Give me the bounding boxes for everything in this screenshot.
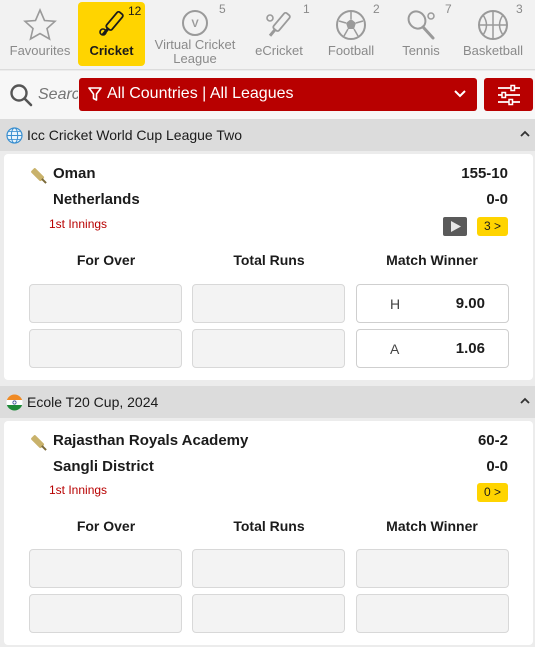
tab-cricket[interactable]: 12 Cricket: [78, 2, 145, 66]
away-team: Sangli District: [53, 458, 154, 475]
odds-value: 9.00: [455, 295, 485, 312]
league-name: Icc Cricket World Cup League Two: [27, 127, 243, 143]
virtual-cricket-icon: V: [182, 10, 208, 36]
cricket-icon: [98, 10, 124, 36]
india-flag-icon: [6, 394, 23, 411]
away-team: Netherlands: [53, 191, 140, 208]
play-icon: [451, 221, 461, 232]
tab-football[interactable]: 2 Football: [318, 0, 384, 68]
column-header: For Over: [76, 252, 136, 268]
more-markets-button[interactable]: 3 >: [477, 217, 508, 236]
filter-bar: All Countries | All Leagues: [0, 71, 535, 119]
globe-icon: [6, 127, 23, 144]
tab-favourites[interactable]: Favourites: [0, 0, 80, 68]
odds-label: A: [390, 341, 400, 357]
more-markets-button[interactable]: 0 >: [477, 483, 508, 502]
league-name: Ecole T20 Cup, 2024: [27, 394, 159, 410]
tab-count: 3: [516, 2, 523, 16]
sliders-icon: [498, 84, 520, 106]
match-winner-cell: [356, 594, 509, 633]
match-card: Rajasthan Royals Academy 60-2 Sangli Dis…: [4, 421, 533, 645]
tab-label: Cricket: [89, 43, 134, 58]
cricket-bat-icon: [31, 168, 47, 184]
tab-virtual-cricket-league[interactable]: 5 V Virtual Cricket League: [150, 0, 240, 68]
star-icon: [23, 8, 57, 41]
tab-label: Tennis: [402, 43, 440, 58]
tab-tennis[interactable]: 7 Tennis: [390, 0, 452, 68]
chevron-down-icon: [454, 90, 466, 98]
tab-label: Favourites: [9, 43, 71, 58]
match-status: 1st Innings: [49, 217, 108, 231]
total-runs-cell: [192, 284, 345, 323]
match-status: 1st Innings: [49, 483, 108, 497]
home-score: 60-2: [477, 432, 508, 449]
away-score: 0-0: [486, 458, 508, 475]
chevron-up-icon[interactable]: [519, 129, 531, 139]
tab-count: 12: [128, 4, 142, 18]
search-input[interactable]: [38, 84, 78, 106]
odds-value: 1.06: [455, 340, 485, 357]
search-icon: [10, 84, 33, 107]
match-winner-cell: [356, 549, 509, 588]
ecricket-icon: [266, 11, 291, 37]
for-over-cell: [29, 549, 182, 588]
live-stream-button[interactable]: [443, 217, 467, 236]
tennis-icon: [407, 10, 435, 40]
odds-label: H: [390, 296, 401, 312]
tab-basketball[interactable]: 3 Basketball: [457, 0, 529, 68]
for-over-cell: [29, 594, 182, 633]
column-header: Total Runs: [233, 518, 305, 534]
match-card: Oman 155-10 Netherlands 0-0 1st Innings …: [4, 154, 533, 380]
column-header: Total Runs: [233, 252, 305, 268]
away-score: 0-0: [486, 191, 508, 208]
tab-label: eCricket: [255, 43, 303, 58]
for-over-cell: [29, 284, 182, 323]
home-team: Rajasthan Royals Academy: [53, 432, 249, 449]
settings-button[interactable]: [484, 78, 533, 111]
tab-count: 7: [445, 2, 452, 16]
tab-label: Basketball: [463, 43, 523, 58]
total-runs-cell: [192, 329, 345, 368]
tab-label: Virtual Cricket League: [154, 37, 236, 66]
tab-count: 1: [303, 2, 310, 16]
tab-count: 2: [373, 2, 380, 16]
cricket-bat-icon: [31, 435, 47, 451]
total-runs-cell: [192, 549, 345, 588]
search-box[interactable]: [6, 79, 78, 111]
dropdown-selection: All Countries | All Leagues: [107, 85, 294, 102]
column-header: For Over: [76, 518, 136, 534]
tab-count: 5: [219, 2, 226, 16]
tab-ecricket[interactable]: 1 eCricket: [245, 0, 313, 68]
for-over-cell: [29, 329, 182, 368]
home-team: Oman: [53, 165, 96, 182]
league-header[interactable]: Ecole T20 Cup, 2024: [0, 386, 535, 418]
home-score: 155-10: [461, 165, 508, 182]
odds-button-away[interactable]: A 1.06: [356, 329, 509, 368]
football-icon: [336, 10, 366, 40]
total-runs-cell: [192, 594, 345, 633]
filter-icon: [88, 87, 102, 101]
league-header[interactable]: Icc Cricket World Cup League Two: [0, 119, 535, 151]
column-header: Match Winner: [386, 252, 478, 268]
basketball-icon: [478, 10, 508, 40]
tab-label: Football: [327, 43, 375, 58]
chevron-up-icon[interactable]: [519, 396, 531, 406]
sport-tabs: Favourites 12 Cricket 5 V Virtual Cricke…: [0, 0, 535, 70]
country-league-dropdown[interactable]: All Countries | All Leagues: [79, 78, 477, 111]
odds-button-home[interactable]: H 9.00: [356, 284, 509, 323]
column-header: Match Winner: [386, 518, 478, 534]
svg-text:V: V: [191, 18, 199, 30]
